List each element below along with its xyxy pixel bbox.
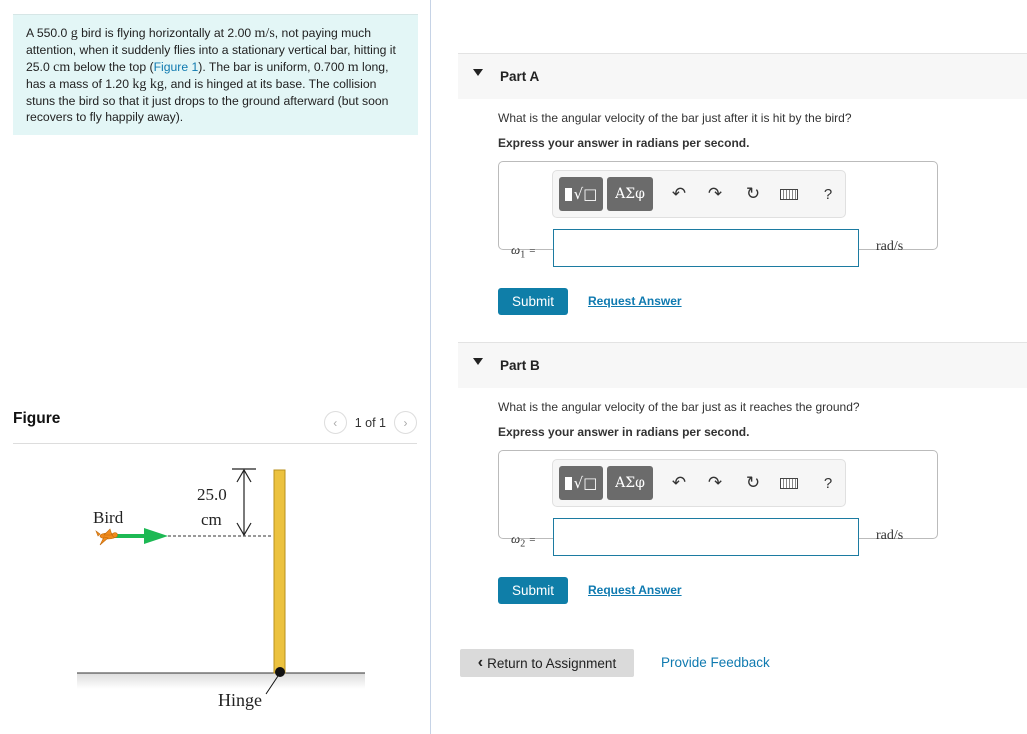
keyboard-icon[interactable] <box>776 470 802 496</box>
ground <box>77 673 365 689</box>
fraction-root-icon: √□ <box>564 474 597 492</box>
part-b-answer-box: √□ ΑΣφ ↶ ↷ ↻ ? ω2 = rad/s <box>498 450 938 556</box>
left-pane: A 550.0 g bird is flying horizontally at… <box>0 0 431 734</box>
part-b-variable-label: ω2 = <box>511 531 536 550</box>
hinge-label: Hinge <box>218 690 262 710</box>
problem-text: ). The bar is uniform, 0.700 <box>198 59 348 74</box>
part-b-question: What is the angular velocity of the bar … <box>498 400 860 414</box>
keyboard-icon[interactable] <box>776 181 802 207</box>
math-unit: kg kg <box>132 76 164 92</box>
chevron-left-icon: ‹ <box>477 654 484 671</box>
chevron-left-icon: ‹ <box>333 415 338 430</box>
figure-header: Figure ‹ 1 of 1 › <box>13 408 417 444</box>
part-a-question: What is the angular velocity of the bar … <box>498 111 852 125</box>
prev-figure-button[interactable]: ‹ <box>323 411 347 434</box>
velocity-arrow-head <box>144 528 168 544</box>
figure-diagram: Hinge 25.0 cm Bird <box>77 468 365 710</box>
help-icon[interactable]: ? <box>815 181 841 207</box>
hinge-pivot <box>275 667 285 677</box>
distance-unit-label: cm <box>201 510 222 529</box>
caret-down-icon <box>473 358 483 365</box>
undo-icon[interactable]: ↶ <box>666 470 692 496</box>
part-a-submit-button[interactable]: Submit <box>498 288 568 315</box>
fraction-root-icon: √□ <box>564 185 597 203</box>
math-unit: m <box>347 59 359 75</box>
part-b-header[interactable]: Part B <box>458 342 1027 388</box>
figure-title: Figure <box>13 410 61 427</box>
part-b-answer-input[interactable] <box>553 518 859 556</box>
part-a-title: Part A <box>500 69 540 84</box>
reset-icon[interactable]: ↻ <box>740 181 766 207</box>
part-b-instruction: Express your answer in radians per secon… <box>498 425 750 439</box>
greek-symbols-button[interactable]: ΑΣφ <box>607 177 653 211</box>
part-a-instruction: Express your answer in radians per secon… <box>498 136 750 150</box>
math-unit: g <box>70 26 78 41</box>
help-icon[interactable]: ? <box>815 470 841 496</box>
part-a-request-answer-link[interactable]: Request Answer <box>588 294 682 308</box>
return-to-assignment-button[interactable]: ‹ Return to Assignment <box>460 649 634 677</box>
reset-icon[interactable]: ↻ <box>740 470 766 496</box>
problem-text: below the top ( <box>70 59 154 74</box>
part-a-answer-input[interactable] <box>553 229 859 267</box>
part-b-title: Part B <box>500 358 540 373</box>
caret-down-icon <box>473 69 483 76</box>
part-a-variable-label: ω1 = <box>511 242 536 261</box>
part-b-request-answer-link[interactable]: Request Answer <box>588 583 682 597</box>
templates-button[interactable]: √□ <box>559 466 603 500</box>
math-unit: m/s <box>254 26 275 41</box>
greek-symbols-button[interactable]: ΑΣφ <box>607 466 653 500</box>
part-b-units: rad/s <box>876 528 904 543</box>
next-figure-button[interactable]: › <box>394 411 417 434</box>
undo-icon[interactable]: ↶ <box>666 181 692 207</box>
redo-icon[interactable]: ↷ <box>702 470 728 496</box>
redo-icon[interactable]: ↷ <box>702 181 728 207</box>
templates-button[interactable]: √□ <box>559 177 603 211</box>
figure-pager: ‹ 1 of 1 › <box>323 411 417 434</box>
figure-link[interactable]: Figure 1 <box>154 60 199 74</box>
problem-statement: A 550.0 g bird is flying horizontally at… <box>13 14 418 135</box>
part-a-header[interactable]: Part A <box>458 53 1027 99</box>
bird-label: Bird <box>93 508 124 527</box>
part-b-math-toolbar: √□ ΑΣφ ↶ ↷ ↻ ? <box>552 459 846 507</box>
provide-feedback-link[interactable]: Provide Feedback <box>661 655 770 670</box>
bird-icon <box>95 528 118 546</box>
problem-text: A 550.0 <box>26 26 71 40</box>
figure-page-indicator: 1 of 1 <box>354 415 386 430</box>
part-a-units: rad/s <box>876 239 904 254</box>
distance-value-label: 25.0 <box>197 485 227 504</box>
part-a-math-toolbar: √□ ΑΣφ ↶ ↷ ↻ ? <box>552 170 846 218</box>
chevron-right-icon: › <box>403 415 408 430</box>
math-unit: cm <box>53 59 71 75</box>
part-a-answer-box: √□ ΑΣφ ↶ ↷ ↻ ? ω1 = rad/s <box>498 161 938 267</box>
problem-text: bird is flying horizontally at 2.00 <box>77 26 255 40</box>
vertical-bar <box>273 469 286 674</box>
return-label: Return to Assignment <box>487 655 617 671</box>
right-pane: Part A What is the angular velocity of t… <box>432 0 1027 734</box>
part-b-submit-button[interactable]: Submit <box>498 577 568 604</box>
